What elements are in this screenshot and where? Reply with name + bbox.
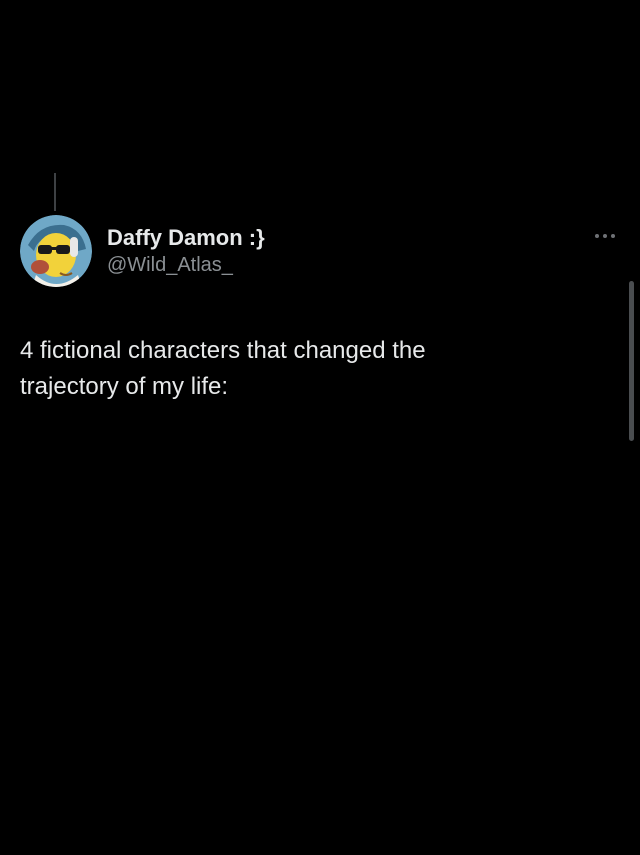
cartoon-character-avatar-icon [20, 215, 92, 287]
avatar[interactable] [20, 215, 92, 287]
more-options-icon [595, 234, 615, 238]
author-handle[interactable]: @Wild_Atlas_ [107, 252, 265, 278]
author-display-name[interactable]: Daffy Damon :} [107, 224, 265, 252]
tweet-author: Daffy Damon :} @Wild_Atlas_ [107, 224, 265, 278]
tweet-text: 4 fictional characters that changed the … [20, 337, 426, 400]
scrollbar[interactable] [629, 281, 634, 441]
thread-connector-line [54, 173, 56, 211]
more-options-button[interactable] [592, 226, 618, 246]
